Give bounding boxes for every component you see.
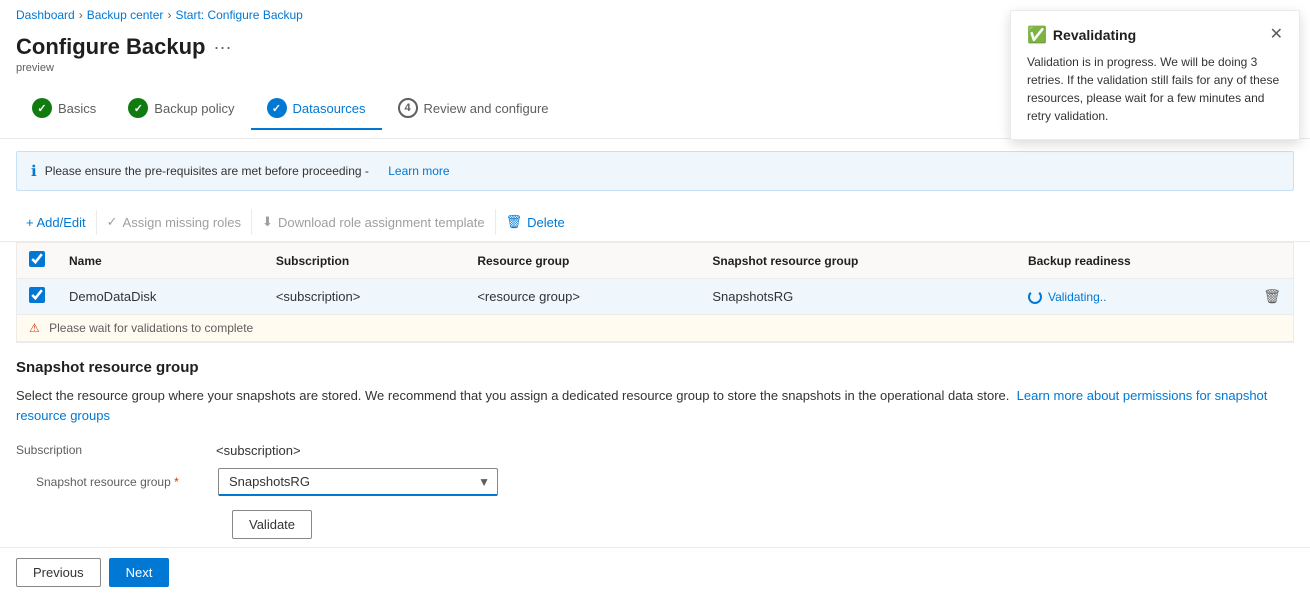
snapshot-desc-text: Select the resource group where your sna… [16, 388, 1009, 403]
row-delete-cell: 🗑 [1251, 279, 1293, 315]
download-label: Download role assignment template [278, 215, 485, 230]
select-all-checkbox[interactable] [29, 251, 45, 267]
column-name: Name [57, 243, 264, 279]
validate-btn-container: Validate [16, 510, 1294, 539]
step-basics[interactable]: ✓ Basics [16, 90, 112, 130]
column-checkbox [17, 243, 57, 279]
row-resource-group: <resource group> [465, 279, 700, 315]
snapshot-rg-form-group: Snapshot resource group * SnapshotsRG De… [36, 468, 498, 496]
info-banner-text: Please ensure the pre-requisites are met… [45, 164, 369, 178]
checkmark-icon: ✓ [107, 214, 118, 230]
step-review-configure[interactable]: 4 Review and configure [382, 90, 565, 130]
snapshot-title: Snapshot resource group [16, 359, 1294, 376]
snapshot-rg-label: Snapshot resource group * [36, 475, 206, 489]
column-backup-readiness: Backup readiness [1016, 243, 1251, 279]
table-toolbar: + Add/Edit ✓ Assign missing roles ⬇ Down… [0, 203, 1310, 242]
required-indicator: * [174, 475, 179, 489]
table-row: DemoDataDisk <subscription> <resource gr… [17, 279, 1293, 315]
step-backup-policy-label: Backup policy [154, 101, 234, 116]
step-basics-icon: ✓ [32, 98, 52, 118]
subscription-label: Subscription [16, 437, 216, 457]
subscription-value: <subscription> [216, 437, 301, 458]
step-datasources-label: Datasources [293, 101, 366, 116]
warning-row: ⚠ Please wait for validations to complet… [17, 315, 1293, 342]
notification-title-text: Revalidating [1053, 27, 1136, 43]
snapshot-rg-dropdown[interactable]: SnapshotsRG DefaultResourceGroup myResou… [218, 468, 498, 496]
step-backup-policy[interactable]: ✓ Backup policy [112, 90, 250, 130]
snapshot-section: Snapshot resource group Select the resou… [0, 343, 1310, 539]
notification-title: ✅ Revalidating [1027, 25, 1136, 45]
data-table: Name Subscription Resource group Snapsho… [17, 243, 1293, 342]
row-backup-readiness: Validating.. [1016, 279, 1251, 315]
add-edit-button[interactable]: + Add/Edit [16, 210, 97, 235]
row-snapshot-rg: SnapshotsRG [700, 279, 1016, 315]
next-button[interactable]: Next [109, 558, 170, 587]
breadcrumb-configure-backup[interactable]: Start: Configure Backup [175, 8, 302, 22]
delete-label: Delete [527, 215, 565, 230]
column-snapshot-rg: Snapshot resource group [700, 243, 1016, 279]
add-edit-label: + Add/Edit [26, 215, 86, 230]
row-checkbox[interactable] [29, 287, 45, 303]
subscription-form-row: Subscription <subscription> [16, 437, 1294, 458]
warning-text: Please wait for validations to complete [49, 321, 253, 335]
snapshot-rg-form-row: Snapshot resource group * SnapshotsRG De… [16, 468, 1294, 496]
download-template-button[interactable]: ⬇ Download role assignment template [252, 209, 496, 235]
learn-more-link[interactable]: Learn more [388, 164, 449, 178]
row-subscription: <subscription> [264, 279, 466, 315]
validating-text: Validating.. [1048, 290, 1106, 304]
breadcrumb-backup-center[interactable]: Backup center [87, 8, 164, 22]
step-datasources[interactable]: ✓ Datasources [251, 90, 382, 130]
step-review-label: Review and configure [424, 101, 549, 116]
info-icon: ℹ [31, 162, 37, 180]
notification-header: ✅ Revalidating ✕ [1027, 25, 1283, 45]
warning-message: ⚠ Please wait for validations to complet… [17, 315, 1293, 342]
assign-roles-button[interactable]: ✓ Assign missing roles [97, 209, 252, 235]
notification-body: Validation is in progress. We will be do… [1027, 53, 1283, 125]
column-resource-group: Resource group [465, 243, 700, 279]
warning-icon: ⚠ [29, 321, 40, 335]
delete-icon: 🗑 [506, 214, 523, 230]
delete-button[interactable]: 🗑 Delete [496, 209, 575, 235]
row-name: DemoDataDisk [57, 279, 264, 315]
page-menu-icon[interactable]: ··· [213, 37, 231, 58]
column-subscription: Subscription [264, 243, 466, 279]
row-checkbox-cell [17, 279, 57, 315]
row-delete-icon[interactable]: 🗑 [1263, 288, 1281, 304]
notification-popup: ✅ Revalidating ✕ Validation is in progre… [1010, 10, 1300, 140]
step-review-icon: 4 [398, 98, 418, 118]
data-table-container: Name Subscription Resource group Snapsho… [16, 242, 1294, 343]
page-title-text: Configure Backup [16, 34, 205, 60]
breadcrumb-dashboard[interactable]: Dashboard [16, 8, 75, 22]
previous-button[interactable]: Previous [16, 558, 101, 587]
notification-check-icon: ✅ [1027, 25, 1047, 45]
download-icon: ⬇ [262, 214, 273, 230]
page-footer: Previous Next [0, 547, 1310, 597]
step-datasources-icon: ✓ [267, 98, 287, 118]
step-backup-policy-icon: ✓ [128, 98, 148, 118]
validate-button[interactable]: Validate [232, 510, 312, 539]
snapshot-rg-dropdown-wrapper: SnapshotsRG DefaultResourceGroup myResou… [218, 468, 498, 496]
notification-close-button[interactable]: ✕ [1270, 27, 1283, 43]
info-banner: ℹ Please ensure the pre-requisites are m… [16, 151, 1294, 191]
column-actions [1251, 243, 1293, 279]
snapshot-desc: Select the resource group where your sna… [16, 386, 1294, 425]
step-basics-label: Basics [58, 101, 96, 116]
assign-roles-label: Assign missing roles [123, 215, 242, 230]
validating-spinner [1028, 290, 1042, 304]
